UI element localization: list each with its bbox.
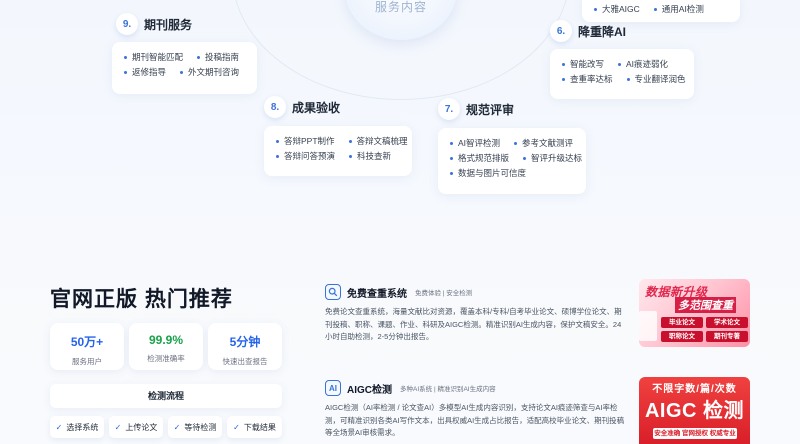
card-item: 通用AI检测 [654, 2, 704, 17]
step-title: 降重降AI [578, 24, 627, 39]
card-item[interactable]: 格式规范排版 [450, 151, 509, 166]
check-icon: ✓ [114, 422, 122, 432]
stat-value: 99.9% [148, 333, 184, 347]
step-number: 9. [116, 13, 138, 35]
search-icon [325, 284, 341, 300]
service-card-journal: 期刊智能匹配 投稿指南 返修指导 外文期刊咨询 [112, 42, 257, 94]
step-number: 7. [438, 98, 460, 120]
check-icon: ✓ [173, 422, 181, 432]
service-card-review: AI智评检测 参考文献测评 格式规范排版 智评升级达标 数据与图片可信度 [438, 128, 586, 194]
card-item[interactable]: 智能改写 [562, 57, 604, 72]
card-item[interactable]: 答辩问答预演 [276, 149, 335, 164]
banner-headline: 不限字数/篇/次数 [652, 384, 737, 395]
card-item[interactable]: 外文期刊咨询 [180, 65, 239, 80]
flow-step-wait[interactable]: ✓ 等待检测 [168, 416, 222, 438]
card-item[interactable]: 科技查新 [349, 149, 391, 164]
step-8: 8. 成果验收 [264, 96, 340, 118]
stat-value: 50万+ [70, 335, 104, 349]
step-title: 成果验收 [292, 100, 341, 115]
card-item[interactable]: 答辩文稿梳理 [349, 134, 408, 149]
service-description: AIGC检测（AI率检测 / 论文查AI）多模型AI生成内容识别，支持论文AI痕… [325, 403, 625, 437]
step-7: 7. 规范评审 [438, 98, 514, 120]
service-description: 免费论文查重系统，海量文献比对资源，覆盖本科/专科/自考毕业论文、硕博学位论文、… [325, 307, 622, 341]
step-number: 6. [550, 20, 572, 42]
stat-users: 50万+ 服务用户 [50, 323, 124, 370]
step-6: 6. 降重降AI [550, 20, 626, 42]
flow-step-label: 选择系统 [66, 422, 99, 432]
flow-step-label: 上传论文 [125, 422, 158, 432]
card-item[interactable]: 查重率达标 [562, 72, 613, 87]
stat-label: 快速出查报告 [222, 357, 268, 366]
banner-title: AIGC 检测 [644, 400, 745, 422]
check-icon: ✓ [233, 422, 240, 432]
card-item[interactable]: AI智评检测 [450, 136, 500, 151]
paper-illustration [639, 311, 657, 341]
card-item[interactable]: 期刊智能匹配 [124, 50, 183, 65]
step-9: 9. 期刊服务 [116, 13, 192, 35]
banner-chip: 学术论文 [706, 317, 748, 328]
service-title: AIGC检测 [347, 384, 392, 396]
card-item[interactable]: 投稿指南 [197, 50, 239, 65]
banner-subheadline: 多范围查重 [675, 297, 736, 313]
stat-speed: 5分钟 快速出查报告 [208, 323, 282, 370]
stat-value: 5分钟 [229, 335, 261, 349]
service-free-check-header[interactable]: 免费查重系统 免费体验 | 安全检测 [325, 284, 472, 300]
flow-step-upload[interactable]: ✓ 上传论文 [109, 416, 163, 438]
flow-step-label: 等待检测 [184, 422, 217, 432]
check-icon: ✓ [55, 422, 63, 432]
card-item[interactable]: 数据与图片可信度 [450, 166, 526, 181]
card-item[interactable]: 参考文献测评 [514, 136, 573, 151]
step-title: 规范评审 [466, 102, 515, 117]
card-item: 大雅AIGC [594, 2, 640, 17]
service-tag: 多种AI系统 | 精准识别AI生成内容 [400, 386, 496, 393]
banner-chip: 毕业论文 [661, 317, 703, 328]
stat-label: 检测准确率 [147, 354, 185, 363]
stat-label: 服务用户 [72, 357, 102, 366]
banner-chip: 职称论文 [661, 331, 703, 342]
promo-banner-aigc[interactable]: 不限字数/篇/次数 AIGC 检测 安全准确 官网授权 权威专业 [639, 377, 750, 444]
flow-step-select[interactable]: ✓ 选择系统 [50, 416, 104, 438]
service-aigc-header[interactable]: AI AIGC检测 多种AI系统 | 精准识别AI生成内容 [325, 380, 496, 396]
card-item[interactable]: 返修指导 [124, 65, 166, 80]
card-item[interactable]: 答辩PPT制作 [276, 134, 335, 149]
service-card-partial: 大雅AIGC 通用AI检测 [582, 0, 740, 22]
service-card-reduce: 智能改写 AI痕迹弱化 查重率达标 专业翻译润色 [550, 49, 694, 99]
banner-footer: 安全准确 官网授权 权威专业 [653, 428, 737, 439]
flow-title: 检测流程 [50, 384, 282, 408]
banner-chip: 期刊专著 [706, 331, 748, 342]
stat-accuracy: 99.9% 检测准确率 [129, 323, 203, 370]
center-label: 服务内容 [374, 0, 427, 14]
card-item[interactable]: AI痕迹弱化 [618, 57, 668, 72]
step-number: 8. [264, 96, 286, 118]
promo-banner-upgrade[interactable]: 数据新升级 多范围查重 毕业论文 学术论文 职称论文 期刊专著 [639, 279, 750, 347]
section-title: 官网正版 热门推荐 [50, 288, 233, 311]
service-title: 免费查重系统 [347, 288, 407, 300]
service-card-acceptance: 答辩PPT制作 答辩文稿梳理 答辩问答预演 科技查新 [264, 126, 412, 176]
flow-step-download[interactable]: ✓ 下载结果 [227, 416, 282, 438]
ai-icon: AI [325, 380, 341, 396]
service-tag: 免费体验 | 安全检测 [415, 290, 473, 297]
card-item[interactable]: 智评升级达标 [523, 151, 582, 166]
card-item[interactable]: 专业翻译润色 [627, 72, 686, 87]
flow-step-label: 下载结果 [243, 422, 276, 432]
step-title: 期刊服务 [144, 17, 193, 32]
